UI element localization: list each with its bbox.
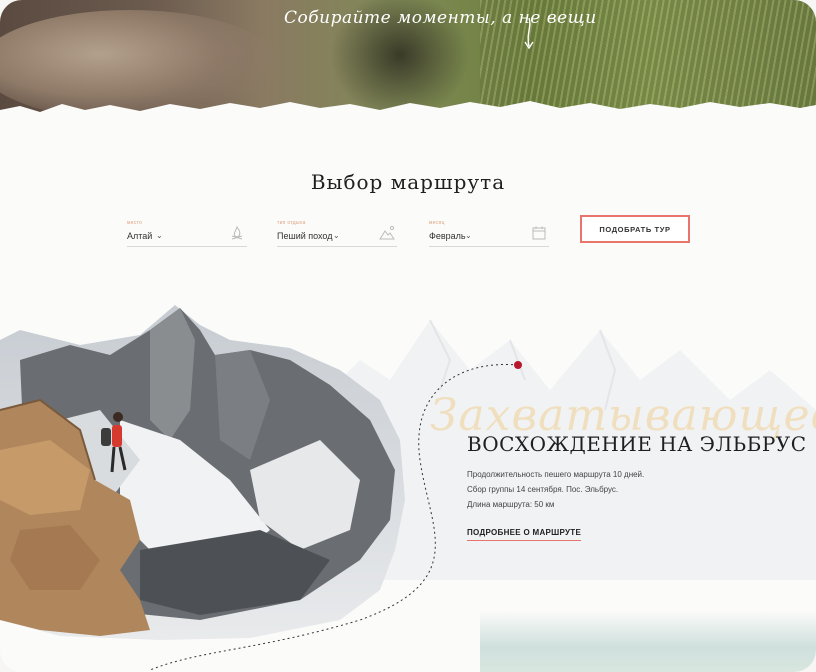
tour-type-filter[interactable]: тип отдыха Пеший поход ⌄ (277, 220, 397, 247)
calendar-icon (532, 226, 546, 240)
route-point-marker (514, 361, 522, 369)
tour-type-filter-value: Пеший поход (277, 231, 333, 241)
route-picker-title: Выбор маршрута (310, 170, 506, 194)
mountain-icon (379, 225, 395, 240)
place-filter[interactable]: место Алтай ⌄ (127, 220, 247, 247)
hero-tagline: Собирайте моменты, а не вещи (284, 8, 597, 28)
torn-paper-edge (0, 101, 816, 112)
route-length-text: Длина маршрута: 50 км (467, 500, 555, 509)
page: Собирайте моменты, а не вещи Выбор маршр… (0, 0, 816, 672)
route-meeting-text: Сбор группы 14 сентября. Пос. Эльбрус. (467, 485, 619, 494)
hero-banner: Собирайте моменты, а не вещи (0, 0, 816, 112)
place-filter-label: место (127, 220, 143, 226)
campfire-icon (231, 225, 243, 240)
featured-route-title: ВОСХОЖДЕНИЕ НА ЭЛЬБРУС (467, 432, 807, 456)
route-duration-text: Продолжительность пешего маршрута 10 дне… (467, 470, 645, 479)
month-filter-value: Февраль (429, 231, 466, 241)
place-filter-value: Алтай (127, 231, 153, 241)
chevron-down-icon: ⌄ (156, 231, 163, 240)
chevron-down-icon: ⌄ (465, 231, 472, 240)
bottom-decor-strip (480, 610, 816, 672)
chevron-down-icon: ⌄ (333, 231, 340, 240)
tour-type-filter-label: тип отдыха (277, 220, 306, 226)
month-filter-label: месяц (429, 220, 445, 226)
month-filter[interactable]: месяц Февраль ⌄ (429, 220, 549, 247)
route-details-link[interactable]: ПОДРОБНЕЕ О МАРШРУТЕ (467, 528, 582, 541)
find-tour-button[interactable]: ПОДОБРАТЬ ТУР (580, 215, 690, 243)
scroll-down-arrow-icon[interactable] (520, 16, 538, 52)
